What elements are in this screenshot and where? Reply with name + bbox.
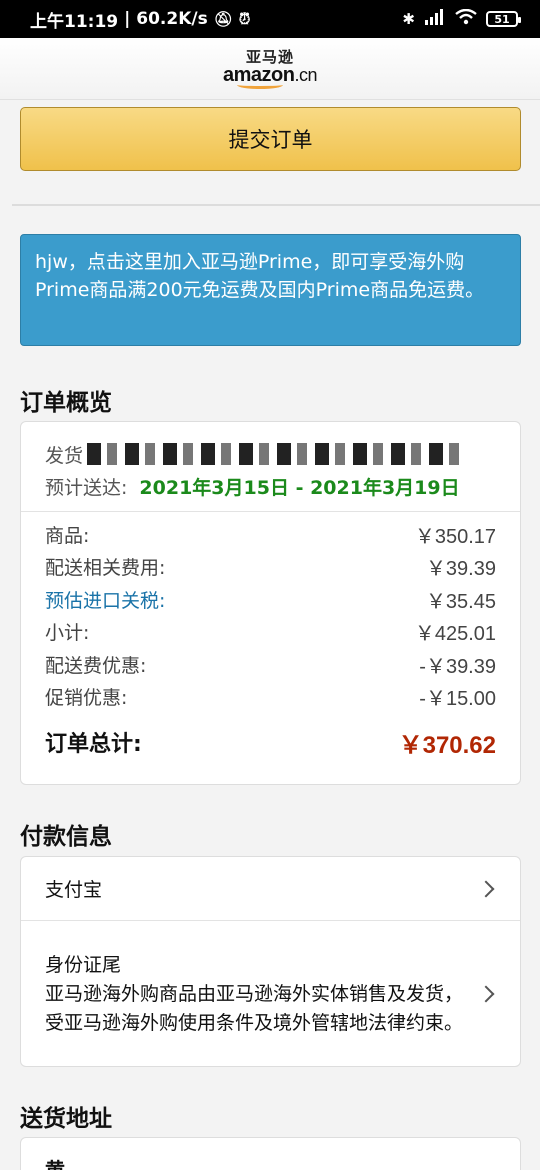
summary-row-promo-discount: 促销优惠: -￥15.00 [45, 687, 496, 711]
battery-level: 51 [494, 12, 510, 26]
order-total-row: 订单总计: ￥370.62 [45, 719, 496, 765]
ship-from-row: 发货 [45, 438, 496, 470]
summary-row-items: 商品: ￥350.17 [45, 524, 496, 548]
eta-label: 预计送达: [45, 476, 128, 499]
eta-value: 2021年3月15日 - 2021年3月19日 [139, 476, 460, 499]
payment-method: 支付宝 [45, 879, 103, 901]
alarm-icon: ⏰︎ [238, 10, 251, 28]
signal-icon [424, 9, 446, 29]
chevron-right-icon [477, 880, 495, 897]
payment-title: 付款信息 [20, 824, 112, 850]
app-header: 亚马逊 amazon.cn [0, 38, 540, 100]
payment-card: 支付宝 身份证尾 亚马逊海外购商品由亚马逊海外实体销售及发货，受亚马逊海外购使用… [20, 856, 521, 1067]
battery-icon: 51 [486, 11, 521, 27]
status-bar: 上午11:19 | 60.2K/s 🔕︎ ⏰︎ ✱ 51 [0, 0, 540, 38]
mute-icon: 🔕︎ [213, 10, 233, 28]
prime-banner[interactable]: hjw，点击这里加入亚马逊Prime，即可享受海外购Prime商品满200元免运… [20, 234, 521, 346]
order-total-value: ￥370.62 [398, 731, 496, 759]
bluetooth-icon: ✱ [402, 10, 415, 28]
price-summary: 商品: ￥350.17 配送相关费用: ￥39.39 预估进口关税: ￥35.4… [21, 512, 520, 765]
order-overview-card: 发货 预计送达: 2021年3月15日 - 2021年3月19日 商品: ￥35… [20, 421, 521, 785]
import-duty-link[interactable]: 预估进口关税: [45, 586, 165, 613]
shipping-address-card[interactable]: 黄 [20, 1137, 521, 1170]
summary-row-shipping-discount: 配送费优惠: -￥39.39 [45, 654, 496, 678]
summary-row-shipping: 配送相关费用: ￥39.39 [45, 557, 496, 581]
id-notice-row[interactable]: 身份证尾 亚马逊海外购商品由亚马逊海外实体销售及发货，受亚马逊海外购使用条件及境… [21, 921, 520, 1067]
eta-row: 预计送达: 2021年3月15日 - 2021年3月19日 [45, 470, 496, 502]
logo-suffix: .cn [294, 64, 317, 85]
redacted-seller [87, 443, 468, 465]
summary-row-import-duty: 预估进口关税: ￥35.45 [45, 583, 496, 616]
network-speed: | 60.2K/s [124, 9, 208, 29]
wifi-icon [455, 8, 477, 29]
submit-order-button[interactable]: 提交订单 [20, 107, 521, 171]
payment-method-row[interactable]: 支付宝 [21, 857, 520, 921]
ship-label: 发货 [45, 444, 84, 467]
shipping-title: 送货地址 [20, 1106, 112, 1132]
order-overview-title: 订单概览 [20, 390, 112, 416]
overseas-notice: 亚马逊海外购商品由亚马逊海外实体销售及发货，受亚马逊海外购使用条件及境外管辖地法… [45, 982, 464, 1034]
logo-smile-icon [237, 81, 283, 89]
summary-row-subtotal: 小计: ￥425.01 [45, 622, 496, 646]
status-time: 上午11:19 [30, 11, 119, 32]
divider [12, 204, 540, 206]
chevron-right-icon [477, 985, 495, 1003]
recipient-name: 黄 [45, 1158, 65, 1170]
order-total-label: 订单总计: [45, 732, 142, 757]
logo-cn-text: 亚马逊 [245, 47, 294, 66]
id-card-label: 身份证尾 [45, 953, 122, 976]
